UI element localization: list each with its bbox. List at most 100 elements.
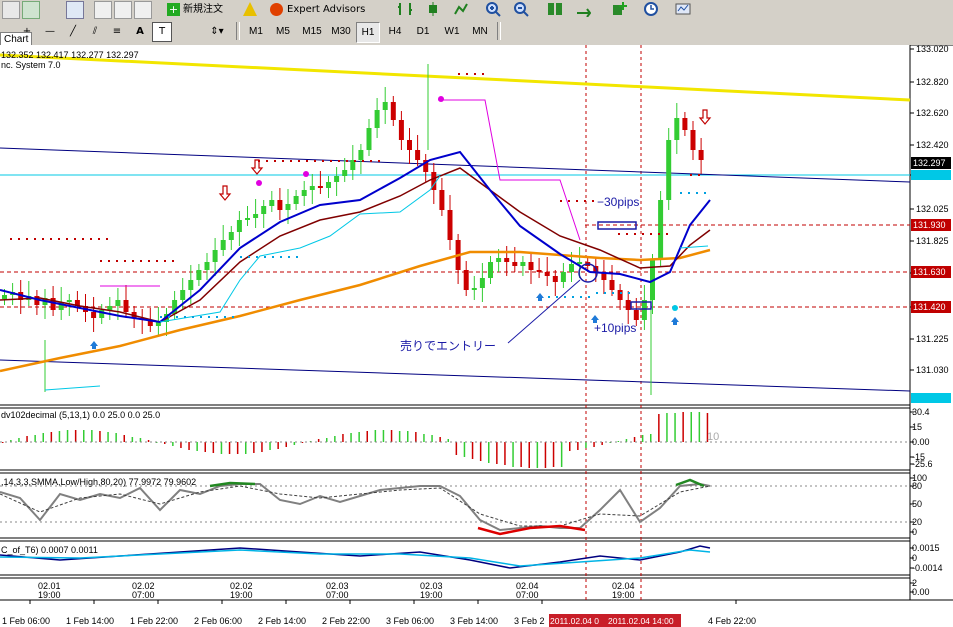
candle-body bbox=[212, 250, 218, 262]
histogram-bar bbox=[269, 442, 271, 450]
cyan-dot bbox=[264, 256, 266, 258]
autoscroll-icon[interactable] bbox=[575, 1, 592, 18]
time-label-time: 19:00 bbox=[420, 590, 443, 600]
hline-icon[interactable]: — bbox=[40, 22, 60, 42]
histogram-bar bbox=[253, 442, 255, 453]
red-dot bbox=[338, 160, 340, 162]
red-dot bbox=[108, 260, 110, 262]
candle-body bbox=[236, 220, 242, 232]
cyan-dot bbox=[160, 316, 162, 318]
bar-chart-icon[interactable] bbox=[397, 1, 413, 17]
histogram-bar bbox=[139, 438, 142, 442]
histogram-bar bbox=[236, 442, 239, 454]
time-axis-label: 2 Feb 06:00 bbox=[194, 616, 242, 626]
price-tag-label: 131.930 bbox=[913, 220, 946, 230]
candle-body bbox=[658, 200, 664, 260]
candlestick-icon[interactable] bbox=[425, 1, 441, 17]
histogram-bar bbox=[317, 439, 320, 442]
red-dot bbox=[698, 174, 700, 176]
tf-d1[interactable]: D1 bbox=[412, 22, 434, 41]
terminal-icon[interactable] bbox=[114, 1, 132, 19]
cyan-dot bbox=[696, 192, 698, 194]
text-tool-icon[interactable]: A bbox=[130, 22, 150, 42]
candle-body bbox=[569, 264, 574, 272]
cyan-dot bbox=[556, 296, 558, 298]
candle-body bbox=[447, 210, 453, 240]
candle-body bbox=[107, 306, 113, 310]
tf-w1[interactable]: W1 bbox=[440, 22, 464, 41]
red-dot bbox=[568, 200, 570, 202]
chart-window-tab[interactable]: Chart bbox=[0, 32, 33, 46]
red-dot bbox=[132, 260, 134, 262]
candle-body bbox=[674, 118, 680, 140]
red-dot bbox=[626, 233, 628, 235]
price-axis-label: 132.620 bbox=[916, 108, 949, 118]
candle-body bbox=[245, 218, 250, 220]
red-dot bbox=[466, 73, 468, 75]
histogram-bar bbox=[212, 442, 215, 453]
tf-m15[interactable]: M15 bbox=[298, 22, 326, 41]
profiles-icon[interactable] bbox=[66, 1, 84, 19]
fibo-icon[interactable]: ≡ bbox=[108, 22, 126, 42]
time-label-time: 19:00 bbox=[612, 590, 635, 600]
tf-m1[interactable]: M1 bbox=[245, 22, 267, 41]
cyan-dot bbox=[200, 316, 202, 318]
periods-icon[interactable] bbox=[643, 1, 659, 17]
tf-mn[interactable]: MN bbox=[468, 22, 492, 41]
price-tag-label: 132.297 bbox=[913, 158, 946, 168]
red-dot bbox=[90, 238, 92, 240]
line-chart-icon[interactable] bbox=[453, 1, 469, 17]
properties-icon[interactable] bbox=[2, 1, 20, 19]
cyan-dot bbox=[588, 296, 590, 298]
histogram-bar bbox=[188, 442, 190, 450]
tf-m5[interactable]: M5 bbox=[271, 22, 295, 41]
arrows-icon[interactable]: ⇕▾ bbox=[205, 22, 229, 42]
candle-body bbox=[488, 262, 493, 278]
expert-advisors-button[interactable]: Expert Advisors bbox=[266, 0, 376, 18]
time-axis-label: 1 Feb 22:00 bbox=[130, 616, 178, 626]
candle-body bbox=[504, 258, 510, 262]
trendline-icon[interactable]: ╱ bbox=[64, 22, 82, 42]
tester-icon[interactable] bbox=[134, 1, 152, 19]
zoom-out-icon[interactable] bbox=[513, 1, 529, 17]
channel-icon[interactable]: ⫽ bbox=[84, 22, 106, 42]
red-dot bbox=[592, 200, 594, 202]
time-label-time: 07:00 bbox=[326, 590, 349, 600]
tf-h4[interactable]: H4 bbox=[384, 22, 406, 41]
tf-m30[interactable]: M30 bbox=[328, 22, 354, 41]
subwindow-axis-label: 0.00 bbox=[912, 437, 930, 447]
candle-body bbox=[269, 200, 275, 206]
chart-area[interactable]: 133.020132.820132.620132.420132.225132.0… bbox=[0, 45, 953, 627]
new-order-button[interactable]: + 新規注文 bbox=[164, 0, 242, 18]
text-label-icon[interactable]: T bbox=[152, 22, 172, 42]
toolbar-separator bbox=[497, 22, 501, 40]
histogram-bar bbox=[50, 432, 53, 442]
red-dot bbox=[148, 260, 150, 262]
histogram-bar bbox=[690, 412, 692, 442]
red-dot bbox=[116, 260, 118, 262]
histogram-bar bbox=[204, 442, 206, 452]
candle-body bbox=[633, 310, 639, 320]
red-dot bbox=[378, 160, 380, 162]
histogram-bar bbox=[99, 431, 101, 442]
red-dot bbox=[362, 160, 364, 162]
red-dot bbox=[666, 233, 668, 235]
templates-icon[interactable] bbox=[675, 1, 691, 17]
histogram-bar bbox=[674, 413, 676, 442]
alert-icon[interactable] bbox=[243, 2, 257, 16]
tf-h1[interactable]: H1 bbox=[356, 22, 380, 43]
histogram-bar bbox=[536, 442, 539, 468]
histogram-bar bbox=[2, 442, 4, 443]
red-dot bbox=[330, 160, 332, 162]
time-label-time: 19:00 bbox=[38, 590, 61, 600]
subwindow-axis-label: 50 bbox=[912, 499, 922, 509]
zoom-tool-icon[interactable] bbox=[22, 1, 40, 19]
indicators-icon[interactable] bbox=[611, 1, 627, 17]
zoom-in-icon[interactable] bbox=[485, 1, 501, 17]
magenta-dot bbox=[256, 180, 262, 186]
tile-windows-icon[interactable] bbox=[547, 1, 563, 17]
cyan-dot bbox=[564, 296, 566, 298]
red-dot bbox=[274, 160, 276, 162]
red-dot bbox=[482, 73, 484, 75]
navigator-icon[interactable] bbox=[94, 1, 112, 19]
